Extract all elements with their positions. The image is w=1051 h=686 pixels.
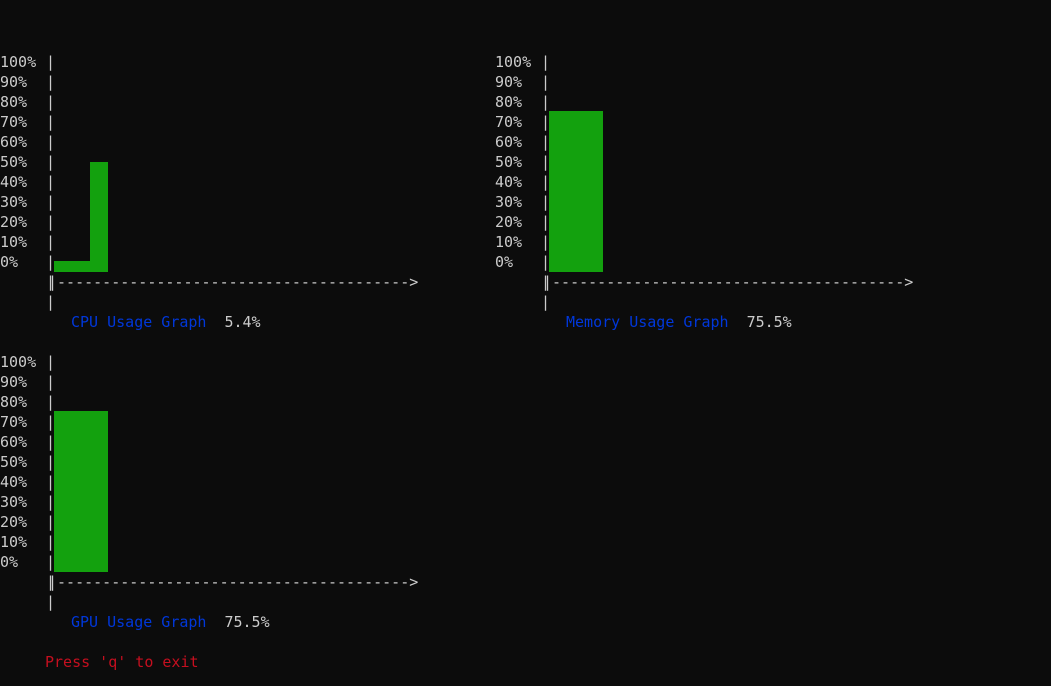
y-axis-line: |: [541, 73, 551, 91]
exit-hint: Press 'q' to exit: [45, 653, 199, 671]
gpu-graph: 100% | 90% | 80% | 70% | 60% | 50% | 40% | 30% | 20% | 10%…: [0, 352, 440, 642]
y-tick-label: 100%: [495, 53, 532, 71]
y-axis-line: |: [46, 53, 56, 71]
y-tick-label: 50%: [0, 453, 28, 471]
y-tick-label: 80%: [0, 93, 28, 111]
x-axis-line: |---------------------------------------…: [543, 273, 914, 291]
y-axis-line: |: [46, 173, 56, 191]
cpu-caption: CPU Usage Graph 5.4%: [71, 312, 261, 332]
y-tick-label: 70%: [0, 413, 28, 431]
y-tick-label: 90%: [495, 73, 523, 91]
y-axis-line: |: [46, 233, 56, 251]
y-axis-line: |: [46, 213, 56, 231]
y-tick-label: 50%: [495, 153, 523, 171]
y-axis-line: |: [46, 593, 56, 611]
y-tick-label: 40%: [0, 173, 28, 191]
y-axis-line: |: [541, 93, 551, 111]
y-tick-label: 10%: [0, 233, 28, 251]
memory-usage-value: 75.5%: [746, 313, 792, 331]
y-axis-line: |: [46, 73, 56, 91]
y-tick-label: 70%: [495, 113, 523, 131]
memory-graph-title: Memory Usage Graph: [566, 313, 729, 331]
y-axis-line: |: [541, 293, 551, 311]
y-tick-label: 60%: [0, 133, 28, 151]
cpu-graph: 100% | 90% | 80% | 70% | 60% | 50% | 40% | 30% | 20% | 10%…: [0, 52, 440, 342]
y-tick-label: 0%: [0, 253, 19, 271]
y-tick-label: 90%: [0, 373, 28, 391]
x-axis-line: |---------------------------------------…: [48, 573, 419, 591]
usage-bar: [54, 261, 90, 272]
y-tick-label: 100%: [0, 353, 37, 371]
usage-bar: [54, 411, 108, 572]
y-tick-label: 100%: [0, 53, 37, 71]
gpu-caption: GPU Usage Graph 75.5%: [71, 612, 270, 632]
y-axis-line: |: [46, 193, 56, 211]
y-tick-label: 50%: [0, 153, 28, 171]
y-tick-label: 60%: [495, 133, 523, 151]
gpu-usage-value: 75.5%: [224, 613, 270, 631]
y-tick-label: 40%: [0, 473, 28, 491]
cpu-usage-value: 5.4%: [224, 313, 261, 331]
y-tick-label: 30%: [0, 193, 28, 211]
y-tick-label: 20%: [0, 513, 28, 531]
y-tick-label: 30%: [0, 493, 28, 511]
y-tick-label: 20%: [0, 213, 28, 231]
y-axis-line: |: [46, 393, 56, 411]
y-tick-label: 0%: [495, 253, 514, 271]
y-axis-line: |: [46, 353, 56, 371]
usage-bar: [90, 162, 108, 272]
y-tick-label: 80%: [495, 93, 523, 111]
memory-caption: Memory Usage Graph 75.5%: [566, 312, 792, 332]
y-axis-line: |: [46, 153, 56, 171]
y-tick-label: 20%: [495, 213, 523, 231]
y-axis-line: |: [46, 133, 56, 151]
gpu-graph-title: GPU Usage Graph: [71, 613, 207, 631]
memory-graph: 100% | 90% | 80% | 70% | 60% | 50% | 40% | 30% | 20% | 10%…: [495, 52, 935, 342]
y-axis-line: |: [46, 113, 56, 131]
y-axis-line: |: [46, 293, 56, 311]
cpu-graph-title: CPU Usage Graph: [71, 313, 207, 331]
y-tick-label: 10%: [495, 233, 523, 251]
y-tick-label: 0%: [0, 553, 19, 571]
y-axis-line: |: [46, 93, 56, 111]
y-tick-label: 60%: [0, 433, 28, 451]
y-tick-label: 70%: [0, 113, 28, 131]
usage-bar: [549, 111, 603, 272]
y-tick-label: 90%: [0, 73, 28, 91]
y-axis-line: |: [541, 53, 551, 71]
y-tick-label: 10%: [0, 533, 28, 551]
y-tick-label: 80%: [0, 393, 28, 411]
y-tick-label: 30%: [495, 193, 523, 211]
y-tick-label: 40%: [495, 173, 523, 191]
x-axis-line: |---------------------------------------…: [48, 273, 419, 291]
y-axis-line: |: [46, 373, 56, 391]
